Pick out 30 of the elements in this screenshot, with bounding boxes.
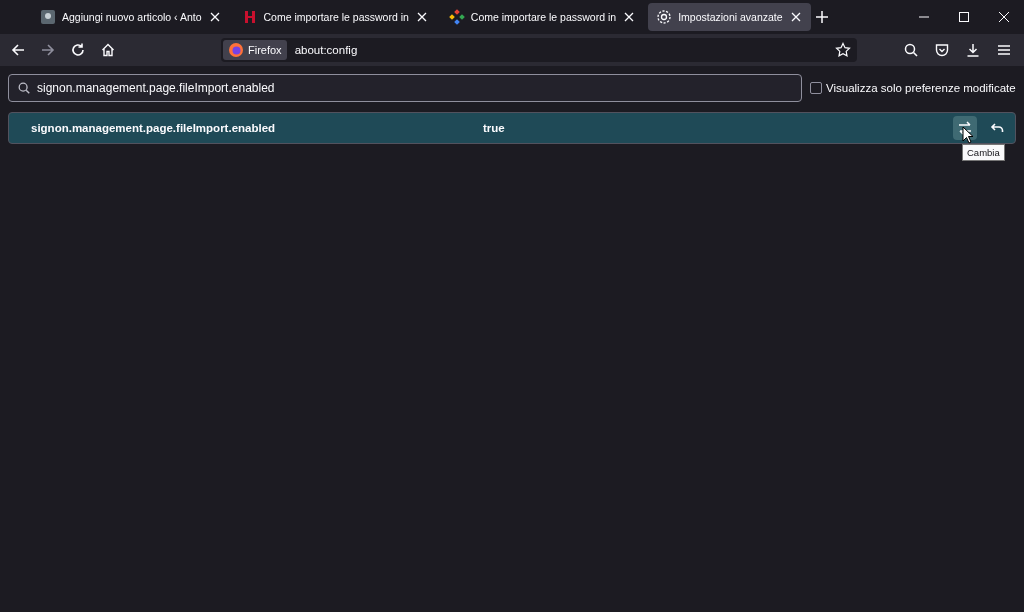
download-icon[interactable] bbox=[965, 42, 981, 58]
identity-box[interactable]: Firefox bbox=[223, 40, 287, 60]
tab[interactable]: Aggiungi nuovo articolo ‹ Anto bbox=[32, 3, 230, 31]
fox-logo-icon bbox=[228, 42, 244, 58]
checkbox-label: Visualizza solo preferenze modificate bbox=[826, 82, 1016, 94]
diamond-icon bbox=[448, 9, 465, 25]
preference-name: signon.management.page.fileImport.enabled bbox=[31, 122, 277, 134]
right-arrow-icon bbox=[40, 42, 56, 58]
star-icon[interactable] bbox=[835, 42, 851, 58]
home-icon bbox=[100, 42, 116, 58]
tab[interactable]: Impostazioni avanzate bbox=[648, 3, 811, 31]
search-icon bbox=[17, 81, 31, 95]
tab[interactable]: Come importare le password in bbox=[440, 3, 645, 31]
gear-icon bbox=[656, 9, 673, 25]
tab[interactable]: Come importare le password in bbox=[233, 3, 437, 31]
address-bar[interactable]: Firefox about:config bbox=[221, 38, 857, 62]
shield-icon[interactable] bbox=[934, 42, 950, 58]
swap-arrows-icon bbox=[957, 120, 973, 136]
search-field[interactable]: signon.management.page.fileImport.enabled bbox=[8, 74, 802, 102]
search-icon[interactable] bbox=[903, 42, 919, 58]
page-icon bbox=[40, 9, 56, 25]
tooltip: Cambia bbox=[962, 144, 1005, 161]
mouse-pointer-icon bbox=[962, 126, 974, 144]
preference-row[interactable]: signon.management.page.fileImport.enabled true bbox=[8, 112, 1016, 144]
left-arrow-icon bbox=[10, 42, 26, 58]
url-text: about:config bbox=[294, 44, 358, 56]
menu-icon[interactable] bbox=[996, 42, 1012, 58]
checkbox[interactable] bbox=[810, 82, 822, 94]
reload-icon bbox=[70, 42, 86, 58]
preference-value: true bbox=[483, 122, 505, 134]
